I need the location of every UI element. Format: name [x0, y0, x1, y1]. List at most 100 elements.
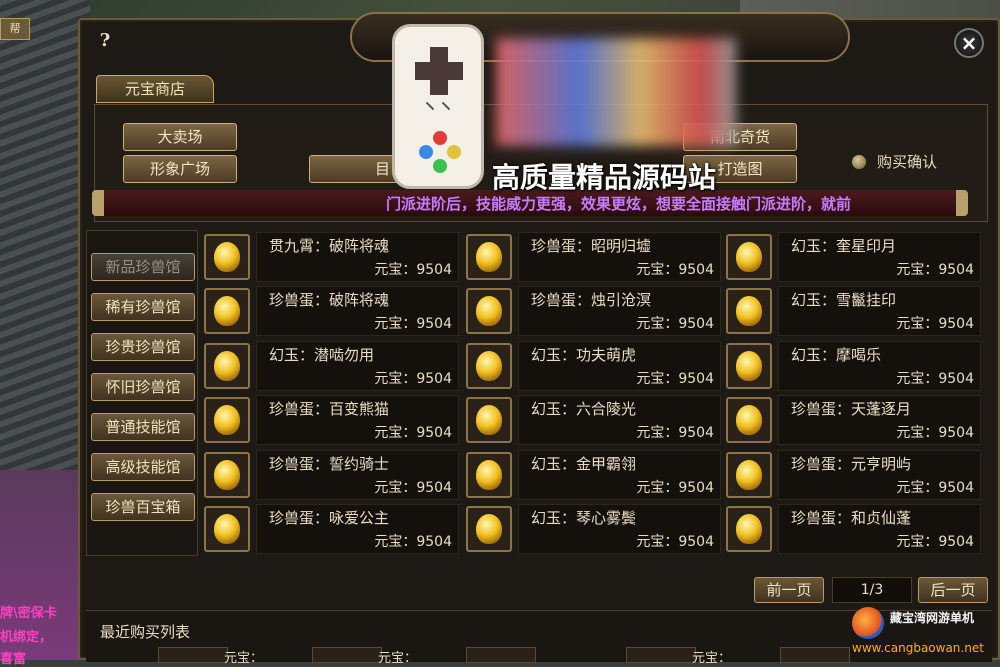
item-card[interactable]: 幻玉：功夫萌虎 元宝：9504 [518, 341, 721, 391]
item-card[interactable]: 珍兽蛋：誓约骑士 元宝：9504 [256, 450, 459, 500]
tab-yuanbao-shop[interactable]: 元宝商店 [96, 75, 214, 103]
category-new-pets[interactable]: 新品珍兽馆 [91, 253, 195, 281]
shop-item[interactable]: 珍兽蛋：百变熊猫 元宝：9504 [204, 395, 459, 445]
item-icon-slot[interactable] [466, 452, 512, 498]
item-card[interactable]: 幻玉：奎星印月 元宝：9504 [778, 232, 981, 282]
item-icon-slot[interactable] [726, 397, 772, 443]
shop-item[interactable]: 珍兽蛋：破阵将魂 元宝：9504 [204, 286, 459, 336]
item-icon-slot[interactable] [466, 397, 512, 443]
shop-item[interactable]: 珍兽蛋：元亨明屿 元宝：9504 [726, 450, 981, 500]
item-price: 元宝：9504 [374, 371, 452, 387]
item-icon-slot[interactable] [204, 506, 250, 552]
shop-item[interactable]: 幻玉：潜啮勿用 元宝：9504 [204, 341, 459, 391]
recent-item-slot[interactable] [312, 647, 382, 663]
background-tab[interactable]: 帮 [0, 18, 30, 40]
gamepad-detail [425, 101, 435, 111]
item-icon-slot[interactable] [726, 452, 772, 498]
radio-dot-icon[interactable] [851, 153, 867, 170]
egg-icon [476, 242, 502, 272]
shop-item[interactable]: 幻玉：摩喝乐 元宝：9504 [726, 341, 981, 391]
help-button[interactable]: ? [94, 30, 116, 52]
shop-item[interactable]: 珍兽蛋：烛引沧溟 元宝：9504 [466, 286, 721, 336]
item-icon-slot[interactable] [204, 288, 250, 334]
item-name: 珍兽蛋：和贞仙蓬 [791, 509, 912, 527]
category-precious-pets[interactable]: 珍贵珍兽馆 [91, 333, 195, 361]
recent-item-price: 元宝： [692, 651, 732, 666]
recent-item-slot[interactable] [780, 647, 850, 663]
item-card[interactable]: 珍兽蛋：天蓬逐月 元宝：9504 [778, 395, 981, 445]
item-icon-slot[interactable] [726, 288, 772, 334]
shop-item[interactable]: 珍兽蛋：昭明归墟 元宝：9504 [466, 232, 721, 282]
item-card[interactable]: 幻玉：潜啮勿用 元宝：9504 [256, 341, 459, 391]
item-card[interactable]: 珍兽蛋：百变熊猫 元宝：9504 [256, 395, 459, 445]
item-price: 元宝：9504 [636, 316, 714, 332]
image-plaza-button[interactable]: 形象广场 [123, 155, 237, 183]
item-price: 元宝：9504 [896, 480, 974, 496]
item-card[interactable]: 幻玉：金甲霸翎 元宝：9504 [518, 450, 721, 500]
item-card[interactable]: 幻玉：雪鬣挂印 元宝：9504 [778, 286, 981, 336]
item-icon-slot[interactable] [726, 343, 772, 389]
category-nostalgic-pets[interactable]: 怀旧珍兽馆 [91, 373, 195, 401]
category-sidebar: 新品珍兽馆 稀有珍兽馆 珍贵珍兽馆 怀旧珍兽馆 普通技能馆 高级技能馆 珍兽百宝… [86, 230, 198, 556]
item-card[interactable]: 珍兽蛋：烛引沧溟 元宝：9504 [518, 286, 721, 336]
category-normal-skills[interactable]: 普通技能馆 [91, 413, 195, 441]
close-button[interactable]: × [954, 28, 984, 58]
shop-item[interactable]: 珍兽蛋：天蓬逐月 元宝：9504 [726, 395, 981, 445]
recent-item-slot[interactable] [158, 647, 228, 663]
category-advanced-skills[interactable]: 高级技能馆 [91, 453, 195, 481]
item-icon-slot[interactable] [204, 234, 250, 280]
item-name: 贯九霄：破阵将魂 [269, 237, 390, 255]
item-icon-slot[interactable] [466, 343, 512, 389]
item-card[interactable]: 珍兽蛋：昭明归墟 元宝：9504 [518, 232, 721, 282]
next-page-button[interactable]: 后一页 [918, 577, 988, 603]
background-chat-line: 喜富 [0, 652, 27, 667]
auction-button[interactable]: 大卖场 [123, 123, 237, 151]
egg-icon [736, 351, 762, 381]
category-rare-pets[interactable]: 稀有珍兽馆 [91, 293, 195, 321]
item-card[interactable]: 幻玉：琴心雾鬓 元宝：9504 [518, 504, 721, 554]
item-card[interactable]: 幻玉：六合陵光 元宝：9504 [518, 395, 721, 445]
item-card[interactable]: 幻玉：摩喝乐 元宝：9504 [778, 341, 981, 391]
egg-icon [736, 405, 762, 435]
item-icon-slot[interactable] [466, 288, 512, 334]
item-icon-slot[interactable] [726, 506, 772, 552]
egg-icon [736, 460, 762, 490]
yuanbao-shop-window: ? × 元宝商店 大卖场 形象广场 目 南北奇货 打造图 购买确认 门派进阶后，… [78, 12, 1000, 666]
item-card[interactable]: 珍兽蛋：破阵将魂 元宝：9504 [256, 286, 459, 336]
item-icon-slot[interactable] [726, 234, 772, 280]
purchase-confirm-toggle[interactable]: 购买确认 [851, 151, 937, 172]
item-icon-slot[interactable] [466, 506, 512, 552]
purchase-confirm-label: 购买确认 [877, 153, 938, 171]
item-name: 珍兽蛋：咏爱公主 [269, 509, 390, 527]
shop-item[interactable]: 幻玉：六合陵光 元宝：9504 [466, 395, 721, 445]
hidden-category-button[interactable]: 目 [309, 155, 399, 183]
item-card[interactable]: 珍兽蛋：咏爱公主 元宝：9504 [256, 504, 459, 554]
shop-item[interactable]: 幻玉：金甲霸翎 元宝：9504 [466, 450, 721, 500]
shop-item[interactable]: 幻玉：功夫萌虎 元宝：9504 [466, 341, 721, 391]
item-icon-slot[interactable] [466, 234, 512, 280]
logo-text: 高质量精品源码站 [492, 161, 717, 194]
recent-item-slot[interactable] [626, 647, 696, 663]
item-name: 幻玉：功夫萌虎 [531, 346, 637, 364]
recent-item-slot[interactable] [466, 647, 536, 663]
item-card[interactable]: 贯九霄：破阵将魂 元宝：9504 [256, 232, 459, 282]
item-name: 幻玉：琴心雾鬓 [531, 509, 637, 527]
shop-item[interactable]: 贯九霄：破阵将魂 元宝：9504 [204, 232, 459, 282]
category-pet-treasure-box[interactable]: 珍兽百宝箱 [91, 493, 195, 521]
shop-item[interactable]: 幻玉：奎星印月 元宝：9504 [726, 232, 981, 282]
item-card[interactable]: 珍兽蛋：和贞仙蓬 元宝：9504 [778, 504, 981, 554]
shop-item[interactable]: 幻玉：琴心雾鬓 元宝：9504 [466, 504, 721, 554]
shop-item[interactable]: 珍兽蛋：誓约骑士 元宝：9504 [204, 450, 459, 500]
item-price: 元宝：9504 [636, 425, 714, 441]
item-price: 元宝：9504 [374, 480, 452, 496]
item-icon-slot[interactable] [204, 343, 250, 389]
item-icon-slot[interactable] [204, 397, 250, 443]
shop-item[interactable]: 珍兽蛋：和贞仙蓬 元宝：9504 [726, 504, 981, 554]
shop-item[interactable]: 珍兽蛋：咏爱公主 元宝：9504 [204, 504, 459, 554]
item-card[interactable]: 珍兽蛋：元亨明屿 元宝：9504 [778, 450, 981, 500]
shop-item[interactable]: 幻玉：雪鬣挂印 元宝：9504 [726, 286, 981, 336]
item-icon-slot[interactable] [204, 452, 250, 498]
egg-icon [736, 296, 762, 326]
prev-page-button[interactable]: 前一页 [754, 577, 824, 603]
egg-icon [214, 242, 240, 272]
